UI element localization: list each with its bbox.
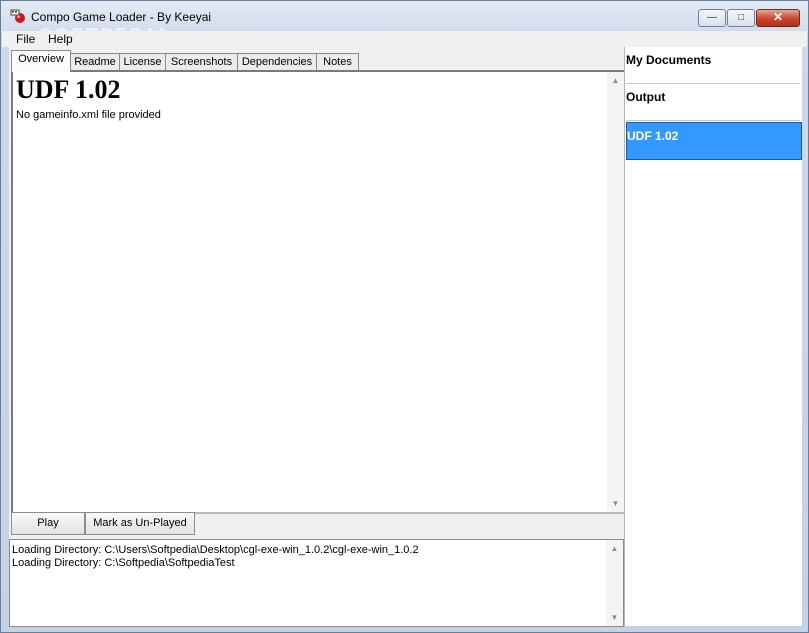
sidebar-item-output[interactable]: Output (626, 84, 800, 121)
tab-license[interactable]: License (119, 53, 166, 71)
log-scrollbar[interactable]: ▲ ▼ (606, 540, 623, 626)
main-window: Compo Game Loader - By Keeyai SOFTPEDIA … (0, 0, 809, 633)
scroll-down-arrow-icon[interactable]: ▼ (607, 499, 624, 508)
minimize-button[interactable]: — (698, 9, 726, 27)
tab-notes[interactable]: Notes (316, 53, 359, 71)
sidebar-item-label: My Documents (626, 53, 712, 67)
log-output[interactable]: Loading Directory: C:\Users\Softpedia\De… (9, 539, 624, 627)
tab-overview[interactable]: Overview (11, 50, 71, 72)
sidebar-item-my-documents[interactable]: My Documents (626, 47, 800, 84)
tab-dependencies[interactable]: Dependencies (237, 53, 317, 71)
log-line: Loading Directory: C:\Users\Softpedia\De… (12, 544, 419, 556)
scroll-up-arrow-icon[interactable]: ▲ (607, 76, 624, 85)
play-button[interactable]: Play (11, 512, 85, 535)
sidebar-item-label: UDF 1.02 (627, 129, 679, 143)
scroll-down-arrow-icon[interactable]: ▼ (606, 613, 623, 622)
sidebar-item-label: Output (626, 90, 666, 104)
menu-file[interactable]: File (16, 32, 35, 46)
overview-scrollbar[interactable]: ▲ ▼ (607, 72, 624, 512)
maximize-icon: □ (737, 12, 745, 23)
menu-bar: File Help (2, 31, 807, 47)
mark-unplayed-button[interactable]: Mark as Un-Played (85, 512, 195, 535)
game-title: UDF 1.02 (16, 75, 121, 104)
client-area: Overview Readme License Screenshots Depe… (9, 47, 802, 627)
title-bar[interactable]: Compo Game Loader - By Keeyai SOFTPEDIA … (1, 1, 808, 46)
window-title: Compo Game Loader - By Keeyai (31, 10, 212, 24)
close-icon: ✕ (772, 10, 784, 24)
log-line: Loading Directory: C:\Softpedia\Softpedi… (12, 557, 235, 569)
maximize-button[interactable]: □ (727, 9, 755, 27)
game-list-sidebar: My Documents Output UDF 1.02 (624, 47, 802, 626)
menu-help[interactable]: Help (48, 32, 73, 46)
game-info-text: No gameinfo.xml file provided (16, 109, 161, 121)
overview-panel: UDF 1.02 No gameinfo.xml file provided ▲… (11, 70, 626, 514)
tab-screenshots[interactable]: Screenshots (165, 53, 238, 71)
sidebar-item-udf-1-02[interactable]: UDF 1.02 (626, 122, 802, 160)
game-app-icon (10, 9, 25, 23)
caption-buttons: — □ ✕ (697, 9, 800, 27)
minimize-icon: — (707, 12, 717, 23)
tab-readme[interactable]: Readme (70, 53, 120, 71)
close-button[interactable]: ✕ (756, 9, 800, 27)
scroll-up-arrow-icon[interactable]: ▲ (606, 544, 623, 553)
